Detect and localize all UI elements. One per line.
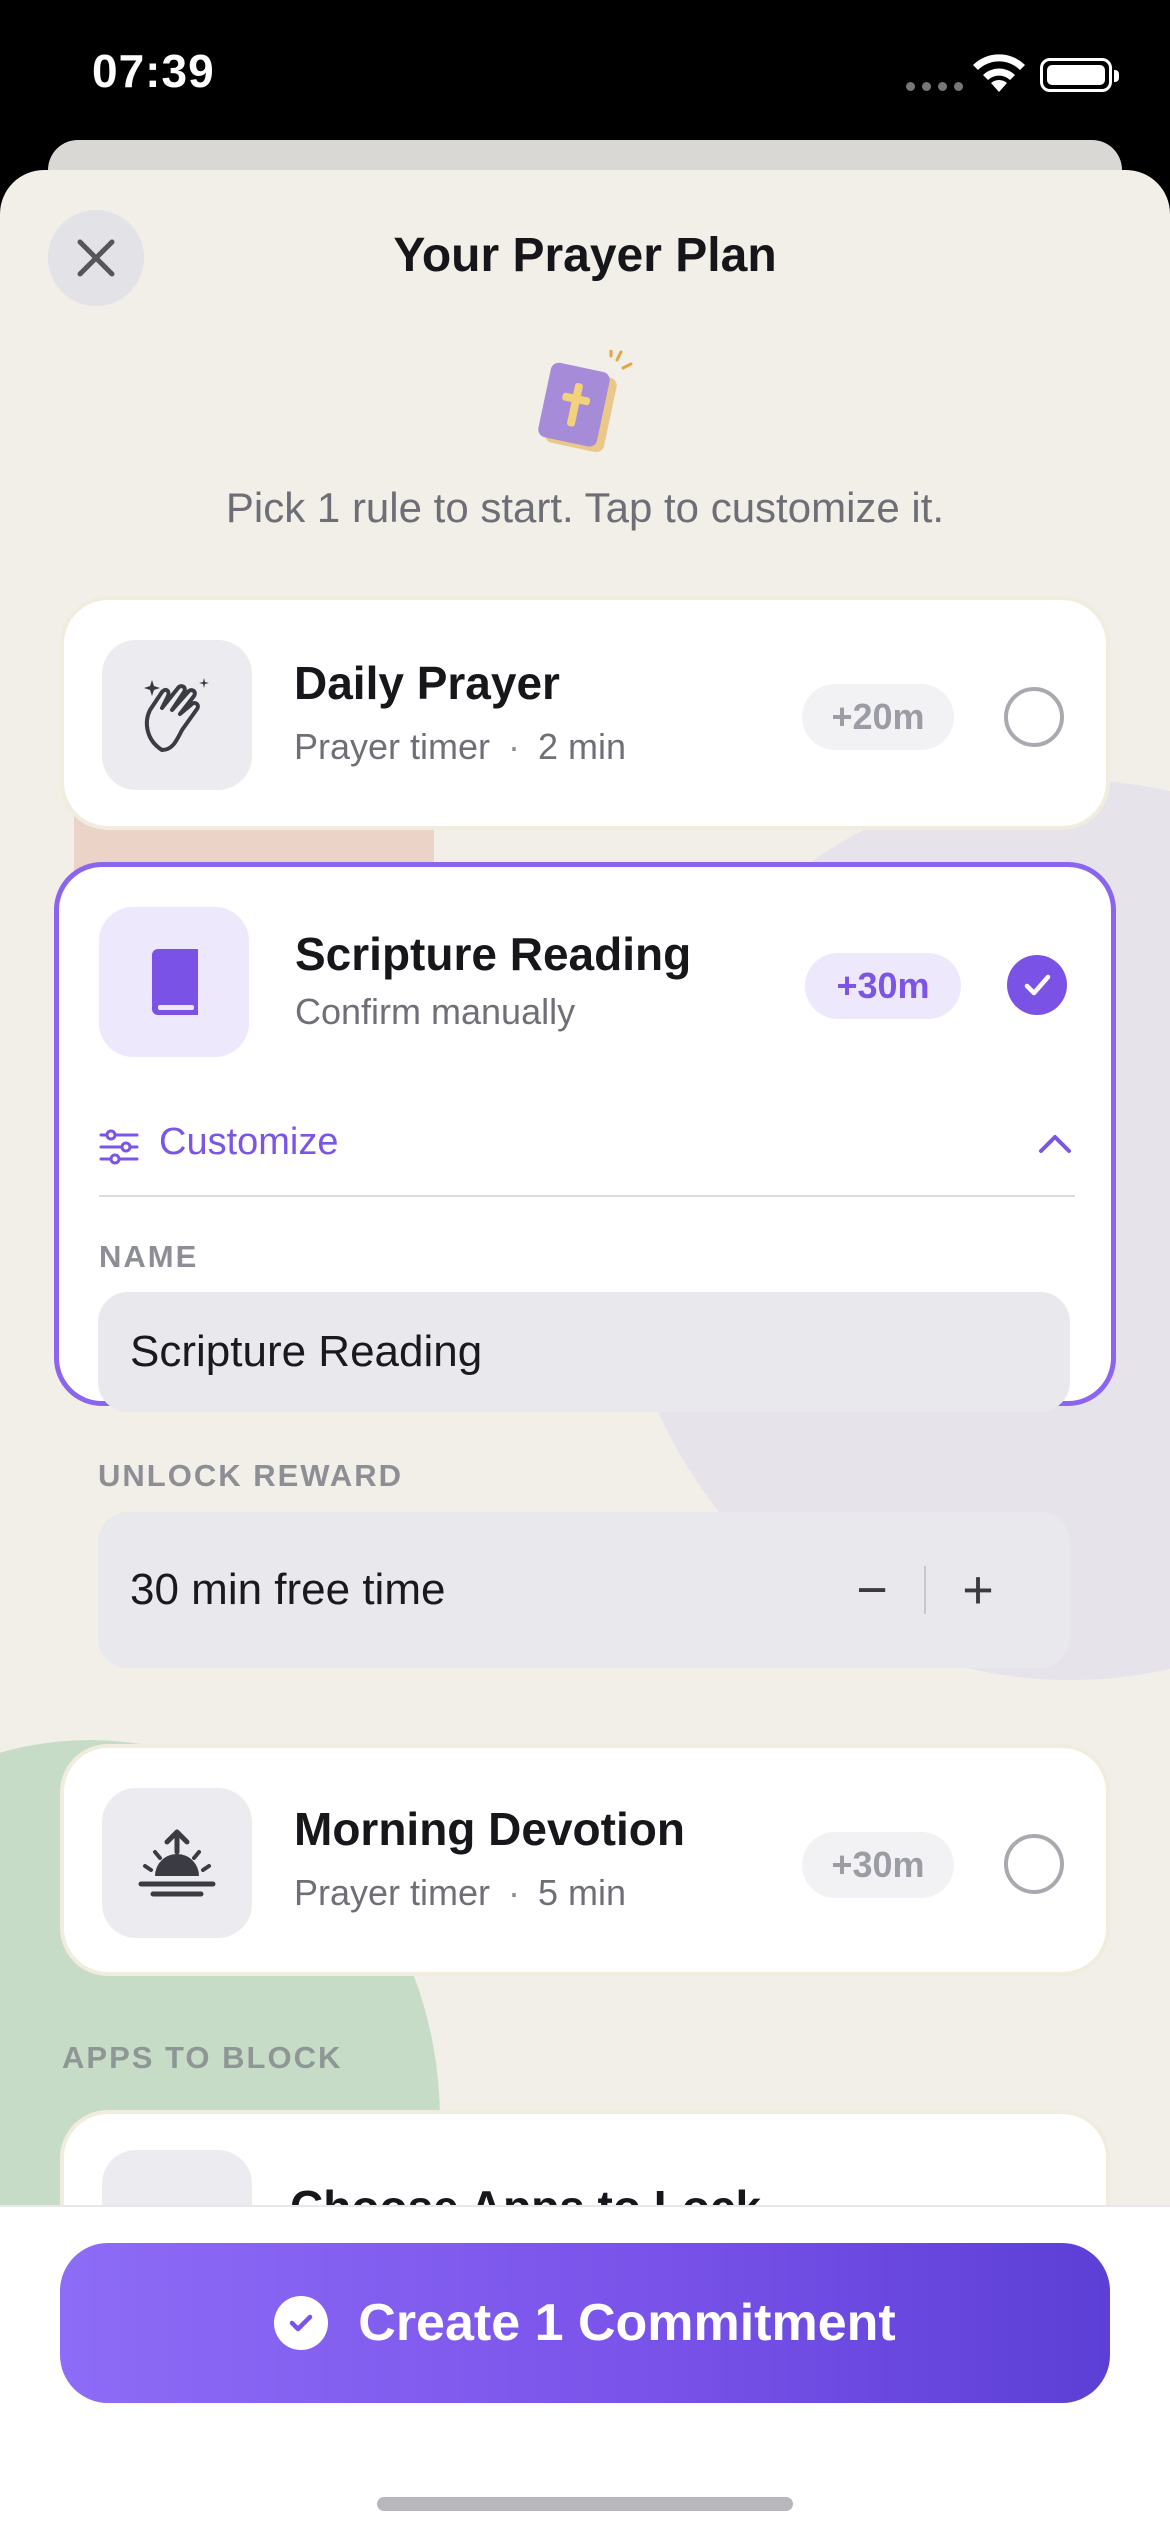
name-label: NAME — [99, 1239, 199, 1274]
selected-check[interactable] — [1007, 955, 1067, 1015]
page-title: Your Prayer Plan — [393, 229, 777, 282]
rule-card-morning-devotion[interactable]: Morning Devotion Prayer timer · 5 min +30m — [60, 1744, 1110, 1976]
rule-title: Morning Devotion — [294, 1803, 685, 1855]
decrement-button[interactable]: − — [820, 1550, 924, 1630]
rule-name-input[interactable]: Scripture Reading — [98, 1292, 1070, 1412]
reward-badge: +30m — [802, 1832, 954, 1898]
battery-icon — [1040, 58, 1119, 92]
check-circle-icon — [274, 2296, 329, 2350]
checkmark-icon — [1024, 974, 1051, 996]
stepper-controls: − + — [820, 1512, 1030, 1668]
reward-badge: +20m — [802, 684, 954, 750]
unlock-reward-label: UNLOCK REWARD — [98, 1458, 403, 1493]
rule-subtitle: Prayer timer · 2 min — [294, 726, 626, 768]
rule-card-daily-prayer[interactable]: Daily Prayer Prayer timer · 2 min +20m — [60, 596, 1110, 830]
create-commitment-button[interactable]: Create 1 Commitment — [60, 2243, 1110, 2403]
sunrise-icon — [102, 1788, 252, 1938]
status-bar: 07:39 — [0, 0, 1170, 150]
rule-duration: 2 min — [538, 726, 627, 767]
status-time: 07:39 — [92, 45, 215, 97]
customize-toggle[interactable]: Customize — [99, 1117, 1075, 1197]
rule-title: Daily Prayer — [294, 657, 560, 709]
sliders-icon — [99, 1129, 139, 1165]
rule-type: Prayer timer — [294, 1872, 491, 1913]
rule-type: Confirm manually — [295, 991, 576, 1032]
separator-dot: · — [508, 1872, 521, 1913]
rule-subtitle: Prayer timer · 5 min — [294, 1872, 626, 1914]
home-indicator — [377, 2497, 793, 2511]
clapping-hands-icon — [102, 640, 252, 790]
rule-duration: 5 min — [538, 1872, 627, 1913]
reward-value: 30 min free time — [130, 1565, 446, 1614]
book-icon — [99, 907, 249, 1057]
wifi-icon — [973, 54, 1025, 92]
bottom-action-bar: Create 1 Commitment — [0, 2205, 1170, 2532]
unlock-reward-stepper: 30 min free time − + — [98, 1512, 1070, 1668]
create-commitment-label: Create 1 Commitment — [358, 2294, 896, 2352]
rule-type: Prayer timer — [294, 726, 491, 767]
cellular-signal-icon — [906, 82, 963, 91]
increment-button[interactable]: + — [926, 1550, 1030, 1630]
select-radio[interactable] — [1004, 1834, 1064, 1894]
page-subtitle: Pick 1 rule to start. Tap to customize i… — [225, 484, 945, 531]
chevron-up-icon — [1039, 1135, 1071, 1153]
rule-title: Scripture Reading — [295, 928, 692, 980]
select-radio[interactable] — [1004, 687, 1064, 747]
reward-badge: +30m — [805, 953, 961, 1019]
customize-label: Customize — [159, 1121, 339, 1163]
separator-dot: · — [508, 726, 521, 767]
apps-to-block-label: APPS TO BLOCK — [62, 2040, 343, 2075]
bible-icon — [538, 350, 633, 453]
